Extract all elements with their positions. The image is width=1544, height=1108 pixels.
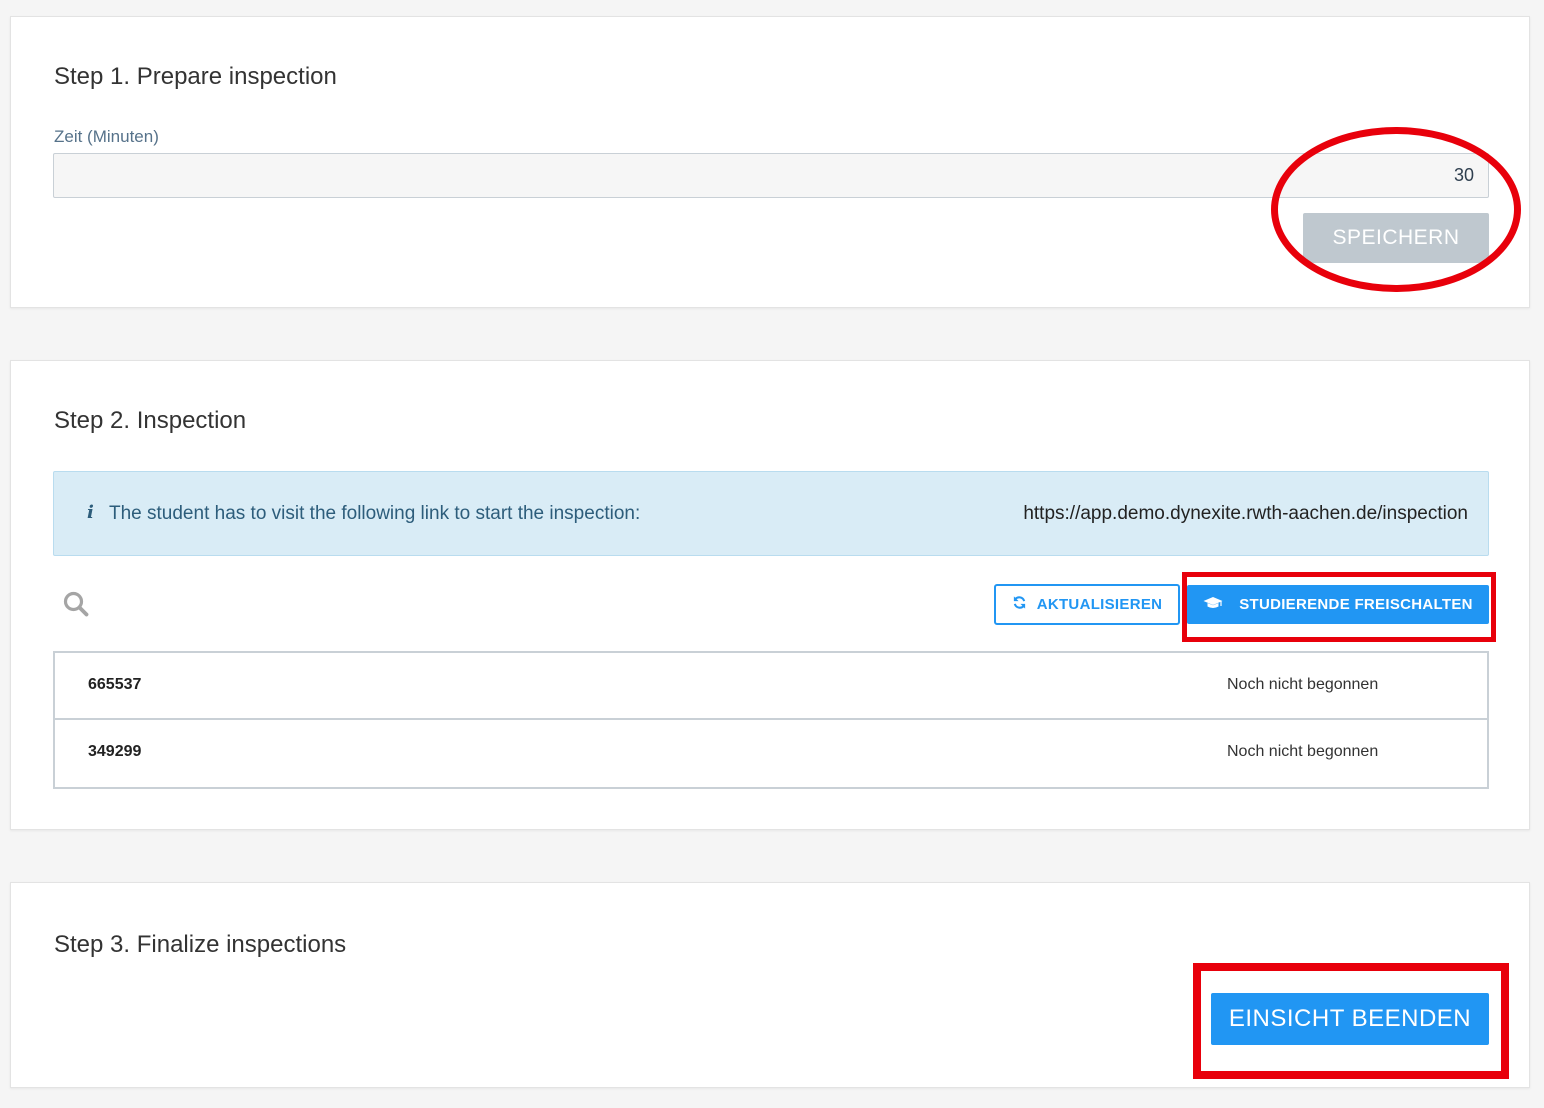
graduation-cap-icon — [1203, 596, 1223, 614]
student-id: 665537 — [88, 676, 142, 693]
student-status: Noch nicht begonnen — [1227, 676, 1379, 693]
refresh-button[interactable]: AKTUALISIEREN — [994, 584, 1180, 625]
step3-title: Step 3. Finalize inspections — [54, 931, 347, 958]
step2-card: Step 2. Inspection i The student has to … — [10, 360, 1530, 830]
refresh-label: AKTUALISIEREN — [1036, 596, 1163, 613]
finish-inspection-button[interactable]: EINSICHT BEENDEN — [1211, 993, 1489, 1045]
step3-card: Step 3. Finalize inspections EINSICHT BE… — [10, 882, 1530, 1088]
student-id: 349299 — [88, 743, 142, 760]
step2-title: Step 2. Inspection — [54, 407, 247, 434]
table-row[interactable]: 349299 Noch nicht begonnen — [55, 720, 1487, 787]
students-table: 665537 Noch nicht begonnen 349299 Noch n… — [53, 651, 1489, 789]
inspection-link[interactable]: https://app.demo.dynexite.rwth-aachen.de… — [1023, 503, 1468, 525]
unlock-students-button[interactable]: STUDIERENDE FREISCHALTEN — [1187, 585, 1489, 624]
annotation-ellipse — [1271, 127, 1521, 292]
info-text: The student has to visit the following l… — [109, 503, 641, 524]
refresh-icon — [1012, 595, 1027, 614]
unlock-students-label: STUDIERENDE FREISCHALTEN — [1239, 596, 1473, 613]
step1-card: Step 1. Prepare inspection Zeit (Minuten… — [10, 16, 1530, 308]
table-row[interactable]: 665537 Noch nicht begonnen — [55, 653, 1487, 720]
student-status: Noch nicht begonnen — [1227, 743, 1379, 760]
time-field-label: Zeit (Minuten) — [54, 127, 159, 146]
time-minutes-input[interactable]: 30 — [53, 153, 1489, 198]
info-icon: i — [87, 502, 94, 523]
step1-title: Step 1. Prepare inspection — [54, 63, 337, 90]
info-alert: i The student has to visit the following… — [53, 471, 1489, 556]
search-icon[interactable] — [63, 591, 89, 617]
save-button[interactable]: SPEICHERN — [1303, 213, 1489, 263]
